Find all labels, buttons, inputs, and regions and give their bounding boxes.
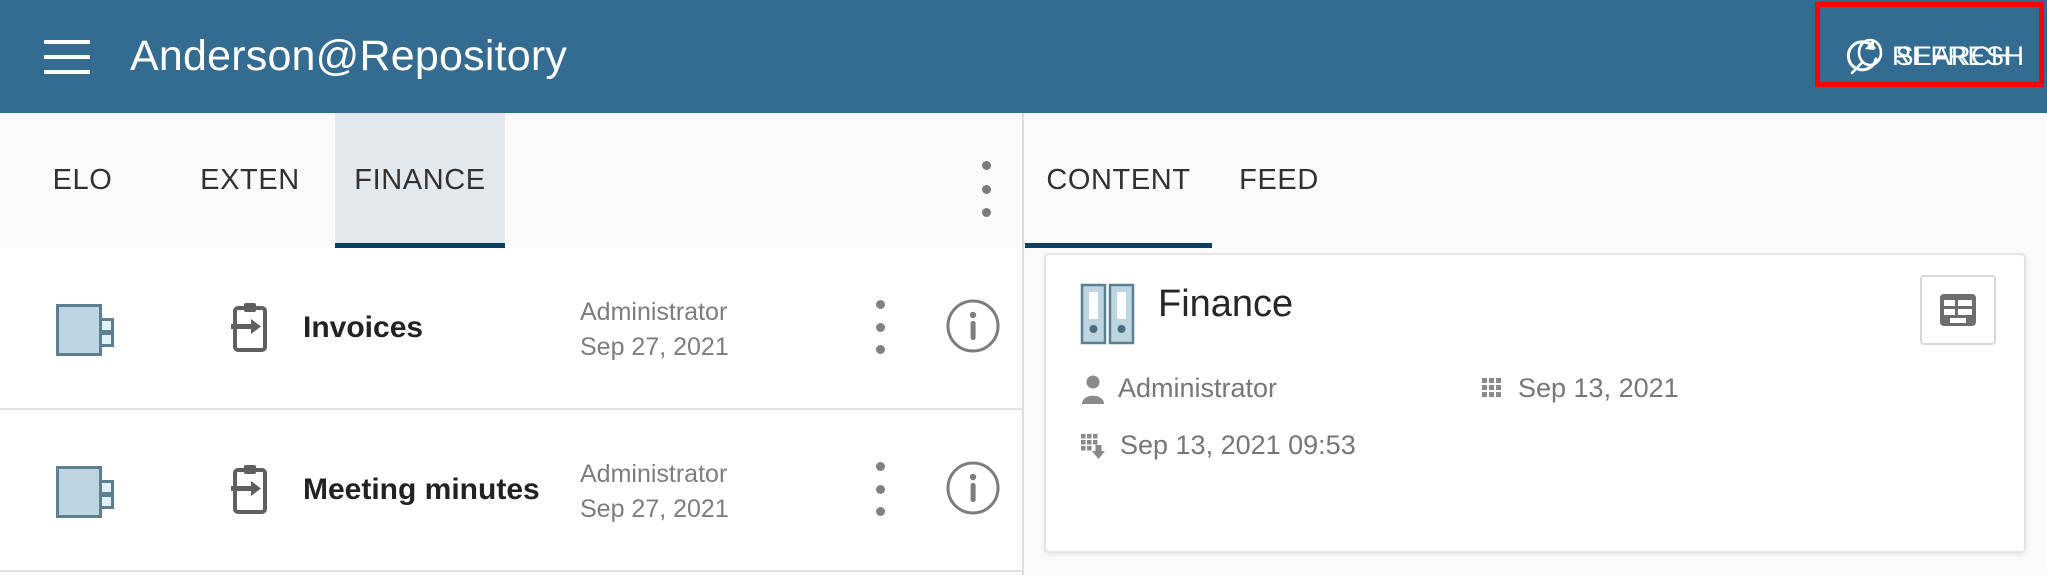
tab-finance-label: FINANCE bbox=[354, 164, 486, 196]
hamburger-bar bbox=[44, 39, 90, 44]
folder-tab bbox=[99, 494, 114, 509]
metadata-modified: Sep 13, 2021 09:53 bbox=[1080, 430, 1356, 461]
calendar-download-icon bbox=[1080, 432, 1108, 460]
list-item-kebab-menu-icon[interactable] bbox=[864, 300, 896, 354]
kebab-dot bbox=[981, 184, 991, 194]
kebab-dot bbox=[981, 161, 991, 170]
refresh-button[interactable]: REFRESH bbox=[1818, 0, 2044, 113]
list-item-meta: Administrator Sep 27, 2021 bbox=[580, 460, 729, 524]
form-table-button[interactable] bbox=[1920, 275, 1996, 345]
detail-card: Finance Administrator Sep 13, 2021 Sep 1… bbox=[1044, 253, 2026, 553]
app-header-actions: SEARCH REFRESH bbox=[1837, 0, 2047, 113]
folder-tab bbox=[99, 318, 114, 333]
left-pane-tabstrip: ELO EXTEN FINANCE bbox=[0, 113, 1022, 248]
binders-icon bbox=[1080, 283, 1136, 345]
folder-tab bbox=[99, 332, 114, 347]
refresh-icon bbox=[1840, 34, 1886, 80]
application-window: Anderson@Repository SEARCH REFRESH ELO E… bbox=[0, 0, 2047, 575]
folder-tab bbox=[99, 480, 114, 495]
list-item-meta: Administrator Sep 27, 2021 bbox=[580, 298, 729, 362]
kebab-dot bbox=[875, 462, 885, 471]
metadata-created: Sep 13, 2021 bbox=[1480, 373, 1679, 404]
list-item-title: Meeting minutes bbox=[303, 473, 540, 506]
info-circle-icon[interactable] bbox=[945, 460, 1001, 516]
metadata-row: Sep 13, 2021 09:53 bbox=[1080, 430, 1980, 461]
folder-icon bbox=[56, 298, 116, 358]
kebab-dot bbox=[875, 345, 885, 354]
metadata-row: Administrator Sep 13, 2021 bbox=[1080, 373, 1980, 404]
tab-content[interactable]: CONTENT bbox=[1025, 113, 1212, 248]
detail-card-title: Finance bbox=[1158, 283, 1294, 325]
tab-elo-label: ELO bbox=[52, 164, 113, 196]
list-item-kebab-menu-icon[interactable] bbox=[864, 462, 896, 516]
detail-card-metadata: Administrator Sep 13, 2021 Sep 13, 2021 … bbox=[1080, 373, 1980, 487]
list-item[interactable]: Meeting minutes Administrator Sep 27, 20… bbox=[0, 410, 1022, 572]
hamburger-bar bbox=[44, 69, 90, 74]
list-item[interactable]: Invoices Administrator Sep 27, 2021 bbox=[0, 248, 1022, 410]
folder-body bbox=[56, 466, 102, 518]
form-table-icon bbox=[1937, 289, 1979, 331]
folder-icon bbox=[56, 460, 116, 520]
app-title: Anderson@Repository bbox=[130, 32, 568, 80]
list-item-date: Sep 27, 2021 bbox=[580, 495, 729, 523]
refresh-button-label: REFRESH bbox=[1892, 41, 2025, 71]
kebab-dot bbox=[875, 300, 885, 309]
kebab-dot bbox=[875, 322, 885, 332]
folder-body bbox=[56, 304, 102, 356]
list-item-date: Sep 27, 2021 bbox=[580, 333, 729, 361]
metadata-author-value: Administrator bbox=[1118, 373, 1278, 403]
tab-content-label: CONTENT bbox=[1046, 164, 1191, 196]
tab-feed[interactable]: FEED bbox=[1212, 113, 1346, 248]
hamburger-bar bbox=[44, 54, 90, 59]
clipboard-import-icon bbox=[227, 464, 273, 516]
pane-divider bbox=[1022, 113, 1024, 575]
kebab-dot bbox=[875, 484, 885, 494]
tabstrip-overflow-kebab-icon[interactable] bbox=[968, 161, 1004, 217]
tab-exten[interactable]: EXTEN bbox=[165, 113, 335, 248]
person-icon bbox=[1080, 374, 1106, 404]
list-item-author: Administrator bbox=[580, 460, 728, 488]
calendar-grid-icon bbox=[1480, 376, 1506, 402]
detail-card-header: Finance bbox=[1046, 255, 2024, 365]
metadata-modified-value: Sep 13, 2021 09:53 bbox=[1120, 430, 1356, 460]
kebab-dot bbox=[875, 507, 885, 516]
detail-pane: CONTENT FEED Finance Administrator Sep 1… bbox=[1024, 113, 2047, 575]
info-circle-icon[interactable] bbox=[945, 298, 1001, 354]
document-list: Invoices Administrator Sep 27, 2021 Meet… bbox=[0, 248, 1022, 572]
metadata-author: Administrator bbox=[1080, 373, 1480, 404]
clipboard-import-icon bbox=[227, 302, 273, 354]
tab-finance[interactable]: FINANCE bbox=[335, 113, 505, 248]
tab-exten-label: EXTEN bbox=[200, 164, 300, 196]
document-list-pane: ELO EXTEN FINANCE Invoices Administrator… bbox=[0, 113, 1022, 575]
list-item-author: Administrator bbox=[580, 298, 728, 326]
kebab-dot bbox=[981, 208, 991, 217]
tab-feed-label: FEED bbox=[1239, 164, 1319, 196]
tab-elo[interactable]: ELO bbox=[0, 113, 165, 248]
metadata-created-value: Sep 13, 2021 bbox=[1518, 373, 1679, 403]
hamburger-menu-icon[interactable] bbox=[44, 39, 90, 74]
app-header-bar: Anderson@Repository SEARCH REFRESH bbox=[0, 0, 2047, 113]
list-item-title: Invoices bbox=[303, 311, 424, 344]
detail-pane-tabstrip: CONTENT FEED bbox=[1024, 113, 2047, 248]
